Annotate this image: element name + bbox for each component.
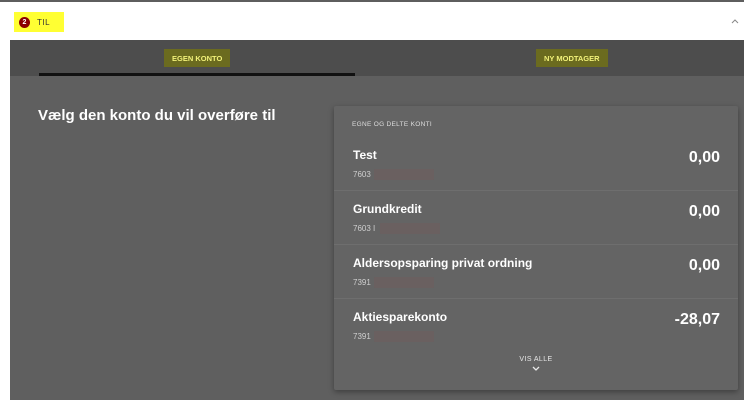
account-item[interactable]: Aldersopsparing privat ordning 7391 0,00 <box>334 246 738 299</box>
account-list-panel: EGNE OG DELTE KONTI Test 7603 0,00 Grund… <box>334 106 738 390</box>
account-balance: 0,00 <box>688 203 720 220</box>
chevron-down-icon <box>532 366 540 371</box>
account-balance: 0,00 <box>688 257 720 274</box>
step-badge[interactable]: 2 TIL <box>14 12 64 32</box>
page-title: Vælg den konto du vil overføre til <box>38 107 276 124</box>
show-all-label: VIS ALLE <box>519 356 553 363</box>
show-all-button[interactable]: VIS ALLE <box>334 356 738 373</box>
account-item[interactable]: Test 7603 0,00 <box>334 138 738 191</box>
account-name: Aktiesparekonto <box>353 310 448 324</box>
account-name: Aldersopsparing privat ordning <box>353 256 533 270</box>
redacted-mask <box>374 169 434 180</box>
account-item[interactable]: Grundkredit 7603 I 0,00 <box>334 192 738 245</box>
account-item[interactable]: Aktiesparekonto 7391 -28,07 <box>334 300 738 353</box>
account-number: 7603 <box>353 170 371 179</box>
redacted-mask <box>380 223 440 234</box>
tab-bar: EGEN KONTO NY MODTAGER <box>10 40 744 76</box>
account-number: 7603 I <box>353 224 376 233</box>
panel-header: EGNE OG DELTE KONTI <box>352 121 432 128</box>
transfer-main: EGEN KONTO NY MODTAGER Vælg den konto du… <box>10 40 744 400</box>
redacted-mask <box>374 331 434 342</box>
account-balance: 0,00 <box>688 149 720 166</box>
active-tab-indicator <box>39 73 355 76</box>
account-balance: -28,07 <box>674 311 720 328</box>
account-name: Grundkredit <box>353 202 422 216</box>
tab-own-account[interactable]: EGEN KONTO <box>164 49 231 67</box>
chevron-up-icon[interactable] <box>730 16 740 26</box>
tab-new-recipient[interactable]: NY MODTAGER <box>536 49 608 67</box>
account-number: 7391 <box>353 278 371 287</box>
account-name: Test <box>353 148 377 162</box>
account-number: 7391 <box>353 332 371 341</box>
step-label: TIL <box>37 17 51 27</box>
redacted-mask <box>374 277 434 288</box>
step-header: 2 TIL <box>0 0 744 40</box>
step-number: 2 <box>19 16 30 28</box>
